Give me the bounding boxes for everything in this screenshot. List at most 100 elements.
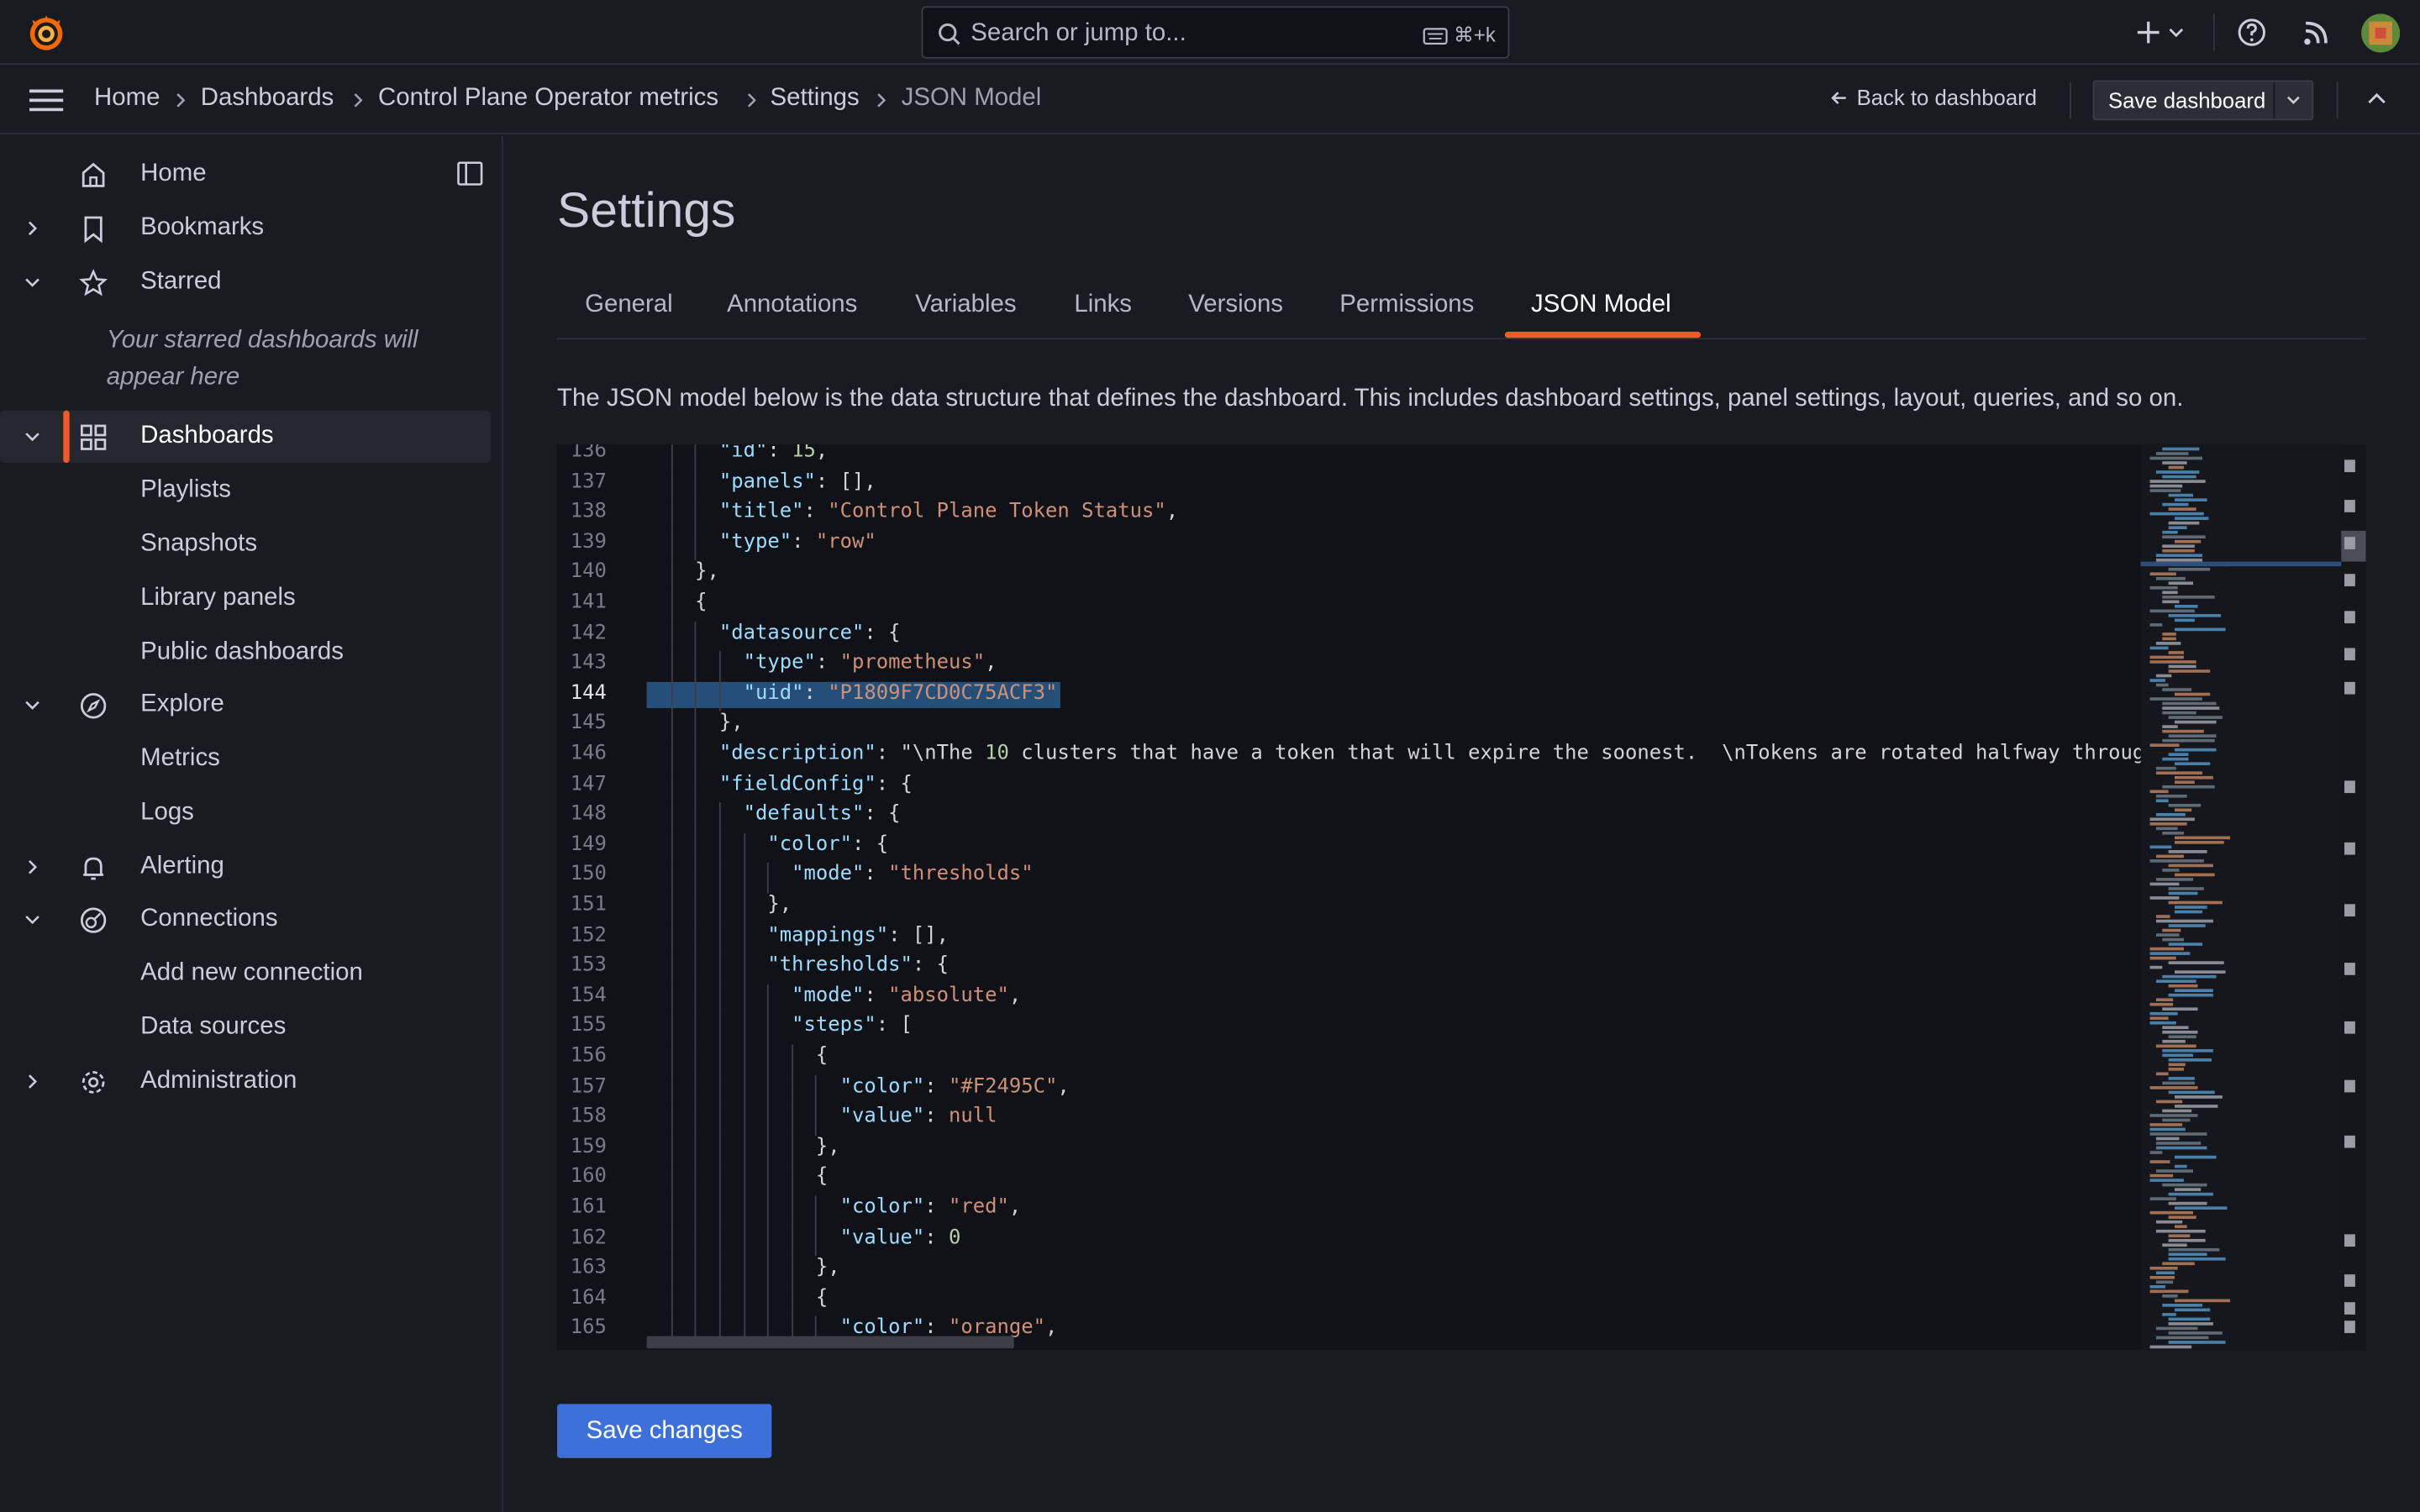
code-line[interactable]: {	[647, 591, 707, 614]
code-minimap[interactable]	[2140, 444, 2342, 1351]
code-line[interactable]: "value": 0	[647, 1226, 961, 1249]
indent-guide	[671, 651, 673, 682]
grafana-logo-icon[interactable]	[26, 13, 66, 53]
tab-json-model[interactable]: JSON Model	[1531, 291, 1671, 319]
sidebar-item-starred[interactable]: Starred	[0, 256, 491, 308]
tab-general[interactable]: General	[585, 291, 673, 319]
code-line[interactable]: {	[647, 1044, 828, 1068]
indent-guide	[695, 500, 697, 531]
indent-guide	[718, 832, 721, 864]
indent-guide	[695, 1226, 697, 1257]
chevron-down-icon[interactable]	[24, 275, 39, 290]
breadcrumb-dashboard-name[interactable]: Control Plane Operator metrics	[378, 85, 718, 113]
code-line[interactable]: "type": "row"	[647, 530, 876, 554]
indent-guide	[718, 1014, 721, 1045]
indent-guide	[815, 1226, 818, 1257]
sidebar-item-metrics[interactable]: Metrics	[140, 745, 220, 773]
sidebar-item-playlists[interactable]: Playlists	[140, 477, 231, 505]
back-to-dashboard-button[interactable]: Back to dashboard	[1830, 85, 2037, 109]
breadcrumb-settings[interactable]: Settings	[771, 85, 860, 113]
code-line[interactable]: "description": "\nThe 10 clusters that h…	[647, 742, 2141, 765]
code-line[interactable]: "panels": [],	[647, 470, 876, 493]
chevron-down-icon[interactable]	[24, 429, 39, 444]
code-line[interactable]: "title": "Control Plane Token Status",	[647, 500, 1178, 523]
code-line[interactable]: "type": "prometheus",	[647, 651, 997, 675]
sidebar-item-public-dashboards[interactable]: Public dashboards	[140, 638, 344, 666]
user-avatar[interactable]	[2361, 13, 2401, 53]
indent-guide	[671, 621, 673, 652]
code-line[interactable]: "color": {	[647, 832, 888, 856]
code-line[interactable]: "mode": "absolute",	[647, 984, 1021, 1007]
help-icon[interactable]	[2236, 17, 2267, 48]
save-changes-button[interactable]: Save changes	[557, 1404, 772, 1458]
minimap-line	[2168, 664, 2196, 669]
sidebar-item-library-panels[interactable]: Library panels	[140, 585, 296, 612]
code-line[interactable]: "uid": "P1809F7CD0C75ACF3"	[647, 681, 1058, 705]
code-line[interactable]: {	[647, 1165, 828, 1189]
code-line[interactable]: "id": 15,	[647, 444, 828, 463]
chevron-down-icon[interactable]	[24, 697, 39, 712]
sidebar-item-logs[interactable]: Logs	[140, 799, 194, 827]
menu-hamburger-icon[interactable]	[29, 88, 64, 113]
save-dashboard-dropdown[interactable]	[2273, 81, 2312, 119]
minimap-viewport[interactable]	[2140, 561, 2342, 567]
sidebar-item-alerting[interactable]: Alerting	[0, 841, 491, 893]
search-input[interactable]: Search or jump to... ⌘+k	[921, 6, 1510, 59]
chevron-up-icon[interactable]	[2366, 91, 2388, 106]
code-line[interactable]: "steps": [	[647, 1014, 913, 1037]
code-line[interactable]: "datasource": {	[647, 621, 901, 644]
line-number: 141	[570, 591, 607, 615]
sidebar-item-connections[interactable]: Connections	[0, 893, 491, 945]
sidebar-item-bookmarks[interactable]: Bookmarks	[0, 202, 491, 255]
line-number: 144	[570, 681, 607, 706]
minimap-line	[2155, 878, 2194, 881]
code-area[interactable]: "id": 15, "panels": [], "title": "Contro…	[647, 444, 2141, 1350]
code-line[interactable]: "color": "#F2495C",	[647, 1074, 1070, 1098]
minimap-line	[2149, 947, 2184, 951]
chevron-right-icon[interactable]	[24, 221, 39, 236]
sidebar-item-add-new-connection[interactable]: Add new connection	[140, 959, 363, 987]
new-plus-dropdown-icon[interactable]	[2133, 17, 2185, 48]
sidebar-nav: Home Bookmarks Starred Your starred dash…	[0, 135, 503, 1512]
sidebar-item-explore[interactable]: Explore	[0, 679, 491, 731]
code-line[interactable]: "mode": "thresholds"	[647, 863, 1034, 886]
json-code-editor[interactable]: 136 137 138 139 140 141 142 143 144 145 146 147 148 1…	[557, 444, 2366, 1351]
scrollbar-marker	[2344, 574, 2355, 586]
indent-guide	[718, 681, 721, 712]
breadcrumb-dashboards[interactable]: Dashboards	[201, 85, 334, 113]
sidebar-item-administration[interactable]: Administration	[0, 1055, 491, 1107]
breadcrumb-home[interactable]: Home	[94, 85, 160, 113]
chevron-down-icon[interactable]	[24, 912, 39, 927]
tab-versions[interactable]: Versions	[1188, 291, 1283, 319]
code-line[interactable]: },	[647, 560, 719, 584]
news-rss-icon[interactable]	[2302, 17, 2333, 48]
code-line[interactable]: {	[647, 1286, 828, 1310]
minimap-line	[2149, 646, 2169, 650]
code-line[interactable]: "mappings": [],	[647, 923, 949, 947]
compass-icon	[80, 693, 107, 719]
code-line[interactable]: "thresholds": {	[647, 953, 949, 977]
sidebar-item-dashboards[interactable]: Dashboards	[0, 410, 492, 464]
minimap-line	[2174, 1155, 2217, 1159]
chevron-right-icon[interactable]	[24, 859, 39, 874]
minimap-line	[2174, 970, 2226, 974]
indent-guide	[743, 1044, 745, 1075]
code-line[interactable]: "value": null	[647, 1105, 997, 1128]
tab-links[interactable]: Links	[1074, 291, 1132, 319]
indent-guide	[695, 1286, 697, 1317]
connections-icon	[80, 907, 107, 933]
tab-variables[interactable]: Variables	[915, 291, 1016, 319]
save-dashboard-button[interactable]: Save dashboard	[2092, 80, 2314, 121]
horizontal-scrollbar[interactable]	[646, 1336, 1014, 1349]
tab-permissions[interactable]: Permissions	[1339, 291, 1474, 319]
sidebar-item-data-sources[interactable]: Data sources	[140, 1014, 286, 1042]
indent-guide	[671, 1226, 673, 1257]
tab-annotations[interactable]: Annotations	[727, 291, 857, 319]
chevron-right-icon[interactable]	[24, 1074, 39, 1089]
code-line[interactable]: "fieldConfig": {	[647, 772, 913, 795]
sidebar-item-home[interactable]: Home	[0, 148, 491, 200]
sidebar-item-snapshots[interactable]: Snapshots	[140, 531, 257, 559]
line-number: 146	[570, 742, 607, 766]
code-line[interactable]: "color": "red",	[647, 1195, 1022, 1219]
code-line[interactable]: "defaults": {	[647, 802, 901, 826]
